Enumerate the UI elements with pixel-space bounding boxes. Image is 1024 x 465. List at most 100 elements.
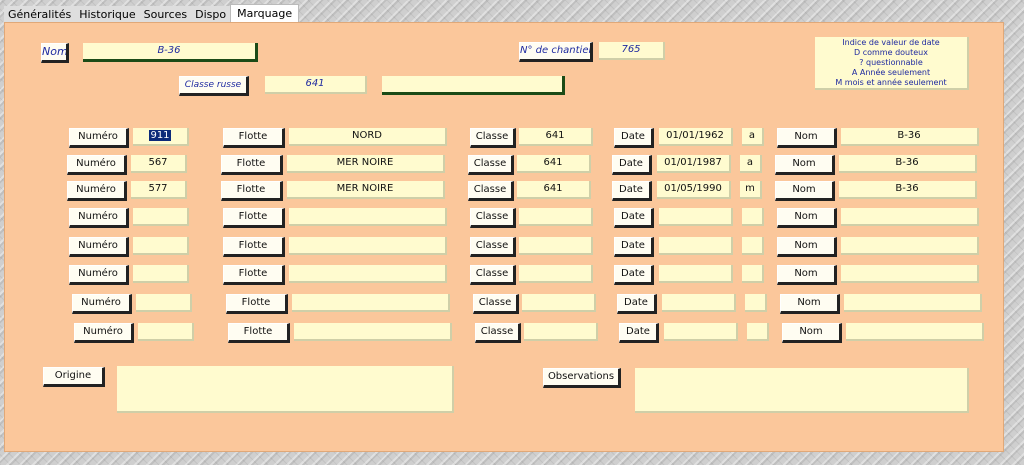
- marquage-panel: Nom B-36 N° de chantier 765 Classe russe…: [4, 22, 1004, 452]
- flotte-field[interactable]: NORD: [289, 128, 447, 146]
- flotte-label: Flotte: [226, 294, 288, 314]
- legend-line: Indice de valeur de date: [842, 38, 940, 47]
- nom-field[interactable]: [844, 294, 982, 312]
- nom-label: Nom: [777, 237, 837, 257]
- nom-label: Nom: [777, 208, 837, 228]
- flotte-label: Flotte: [221, 181, 283, 201]
- numero-field[interactable]: 911: [133, 128, 189, 146]
- indice-field[interactable]: [742, 237, 764, 255]
- indice-field[interactable]: [742, 265, 764, 283]
- classe-field[interactable]: 641: [517, 181, 591, 199]
- flotte-field[interactable]: [289, 237, 447, 255]
- numero-label: Numéro: [72, 294, 132, 314]
- nom-field[interactable]: B-36: [839, 181, 977, 199]
- classe-russe-label: Classe russe: [179, 76, 249, 96]
- nom-field[interactable]: B-36: [839, 155, 977, 173]
- date-field[interactable]: [659, 237, 733, 255]
- flotte-field[interactable]: [289, 265, 447, 283]
- numero-label: Numéro: [67, 181, 127, 201]
- numero-label: Numéro: [74, 323, 134, 343]
- indice-field[interactable]: a: [742, 128, 764, 146]
- origine-field[interactable]: [117, 366, 454, 413]
- date-field[interactable]: [659, 265, 733, 283]
- date-field[interactable]: 01/05/1990: [657, 181, 731, 199]
- classe-russe-extra-field[interactable]: [382, 76, 565, 95]
- date-field[interactable]: [662, 294, 736, 312]
- numero-field[interactable]: 567: [131, 155, 187, 173]
- flotte-field[interactable]: MER NOIRE: [287, 181, 445, 199]
- chantier-field[interactable]: 765: [599, 42, 665, 60]
- flotte-label: Flotte: [223, 237, 285, 257]
- classe-field[interactable]: [519, 208, 593, 226]
- date-label: Date: [614, 128, 654, 148]
- numero-label: Numéro: [69, 265, 129, 285]
- nom-field[interactable]: [841, 208, 979, 226]
- date-label: Date: [617, 294, 657, 314]
- origine-label: Origine: [43, 367, 105, 387]
- numero-label: Numéro: [69, 128, 129, 148]
- numero-field[interactable]: [133, 237, 189, 255]
- date-label: Date: [612, 155, 652, 175]
- indice-field[interactable]: [745, 294, 767, 312]
- date-label: Date: [612, 181, 652, 201]
- classe-label: Classe: [468, 155, 514, 175]
- nom-label: Nom: [780, 294, 840, 314]
- nom-field[interactable]: B-36: [841, 128, 979, 146]
- numero-label: Numéro: [67, 155, 127, 175]
- date-field[interactable]: 01/01/1962: [659, 128, 733, 146]
- classe-label: Classe: [470, 265, 516, 285]
- classe-field[interactable]: 641: [519, 128, 593, 146]
- nom-field[interactable]: [841, 265, 979, 283]
- numero-label: Numéro: [69, 237, 129, 257]
- nom-label: Nom: [777, 128, 837, 148]
- date-field[interactable]: [664, 323, 738, 341]
- nom-field[interactable]: [846, 323, 984, 341]
- nom-label: Nom: [777, 265, 837, 285]
- classe-field[interactable]: [524, 323, 598, 341]
- classe-label: Classe: [475, 323, 521, 343]
- nom-field[interactable]: B-36: [83, 43, 258, 62]
- flotte-label: Flotte: [223, 208, 285, 228]
- numero-field[interactable]: [133, 265, 189, 283]
- date-label: Date: [614, 265, 654, 285]
- nom-field[interactable]: [841, 237, 979, 255]
- legend-line: M mois et année seulement: [835, 78, 947, 87]
- classe-field[interactable]: 641: [517, 155, 591, 173]
- nom-label: Nom: [775, 155, 835, 175]
- numero-field[interactable]: 577: [131, 181, 187, 199]
- tab-marquage[interactable]: Marquage: [230, 4, 300, 24]
- flotte-label: Flotte: [221, 155, 283, 175]
- legend-line: ? questionnable: [859, 58, 923, 67]
- classe-field[interactable]: [522, 294, 596, 312]
- indice-field[interactable]: a: [740, 155, 762, 173]
- flotte-field[interactable]: MER NOIRE: [287, 155, 445, 173]
- classe-field[interactable]: [519, 265, 593, 283]
- chantier-label: N° de chantier: [519, 42, 593, 62]
- numero-field[interactable]: [133, 208, 189, 226]
- classe-russe-field[interactable]: 641: [265, 76, 367, 94]
- numero-field[interactable]: [136, 294, 192, 312]
- flotte-field[interactable]: [292, 294, 450, 312]
- indice-field[interactable]: [742, 208, 764, 226]
- classe-label: Classe: [470, 208, 516, 228]
- date-label: Date: [614, 237, 654, 257]
- flotte-field[interactable]: [289, 208, 447, 226]
- legend-line: D comme douteux: [854, 48, 928, 57]
- date-field[interactable]: 01/01/1987: [657, 155, 731, 173]
- date-field[interactable]: [659, 208, 733, 226]
- date-index-legend: Indice de valeur de date D comme douteux…: [815, 37, 969, 90]
- observations-field[interactable]: [635, 368, 969, 413]
- legend-line: A Année seulement: [851, 68, 931, 77]
- date-label: Date: [619, 323, 659, 343]
- numero-field[interactable]: [138, 323, 194, 341]
- indice-field[interactable]: m: [740, 181, 762, 199]
- nom-label: Nom: [782, 323, 842, 343]
- numero-label: Numéro: [69, 208, 129, 228]
- classe-field[interactable]: [519, 237, 593, 255]
- flotte-label: Flotte: [223, 265, 285, 285]
- selected-text: 911: [149, 130, 171, 141]
- classe-label: Classe: [470, 128, 516, 148]
- flotte-field[interactable]: [294, 323, 452, 341]
- nom-label: Nom: [775, 181, 835, 201]
- indice-field[interactable]: [747, 323, 769, 341]
